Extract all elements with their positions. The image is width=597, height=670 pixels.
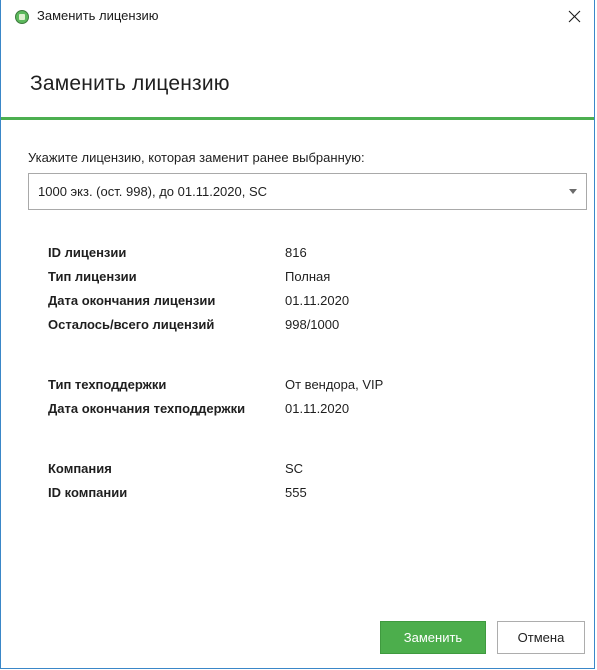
detail-label: ID компании: [48, 485, 128, 500]
title-bar: Заменить лицензию: [1, 0, 594, 33]
close-icon: [568, 10, 580, 23]
detail-label: Компания: [48, 461, 112, 476]
detail-label: Тип лицензии: [48, 269, 137, 284]
detail-value: 816: [285, 245, 307, 260]
detail-row-license-id: ID лицензии 816: [48, 245, 568, 269]
detail-row-license-expiry: Дата окончания лицензии 01.11.2020: [48, 293, 568, 317]
chevron-down-icon: [569, 189, 577, 194]
license-dropdown-value: 1000 экз. (ост. 998), до 01.11.2020, SC: [38, 184, 268, 199]
dialog-header: Заменить лицензию: [1, 33, 594, 120]
window-title: Заменить лицензию: [37, 8, 159, 23]
detail-label: Тип техподдержки: [48, 377, 167, 392]
license-select-prompt: Укажите лицензию, которая заменит ранее …: [28, 150, 365, 165]
replace-license-dialog: Заменить лицензию Заменить лицензию Укаж…: [0, 0, 595, 669]
detail-label: Осталось/всего лицензий: [48, 317, 215, 332]
dialog-heading: Заменить лицензию: [30, 72, 230, 95]
close-button[interactable]: [554, 0, 594, 33]
license-details: ID лицензии 816 Тип лицензии Полная Дата…: [48, 245, 568, 509]
license-dropdown[interactable]: 1000 экз. (ост. 998), до 01.11.2020, SC: [28, 173, 587, 210]
detail-label: Дата окончания техподдержки: [48, 401, 246, 416]
detail-row-license-type: Тип лицензии Полная: [48, 269, 568, 293]
detail-value: 01.11.2020: [285, 401, 350, 416]
detail-row-company-id: ID компании 555: [48, 485, 568, 509]
detail-row-company: Компания SC: [48, 461, 568, 485]
detail-value: 555: [285, 485, 307, 500]
detail-row-support-type: Тип техподдержки От вендора, VIP: [48, 377, 568, 401]
detail-label: Дата окончания лицензии: [48, 293, 216, 308]
detail-value: SC: [285, 461, 304, 476]
detail-value: 01.11.2020: [285, 293, 350, 308]
detail-row-support-expiry: Дата окончания техподдержки 01.11.2020: [48, 401, 568, 425]
detail-value: От вендора, VIP: [285, 377, 384, 392]
replace-button[interactable]: Заменить: [380, 621, 486, 654]
app-icon: [15, 10, 29, 24]
detail-value: 998/1000: [285, 317, 340, 332]
detail-label: ID лицензии: [48, 245, 127, 260]
detail-row-license-remaining: Осталось/всего лицензий 998/1000: [48, 317, 568, 341]
detail-value: Полная: [285, 269, 331, 284]
cancel-button[interactable]: Отмена: [497, 621, 585, 654]
